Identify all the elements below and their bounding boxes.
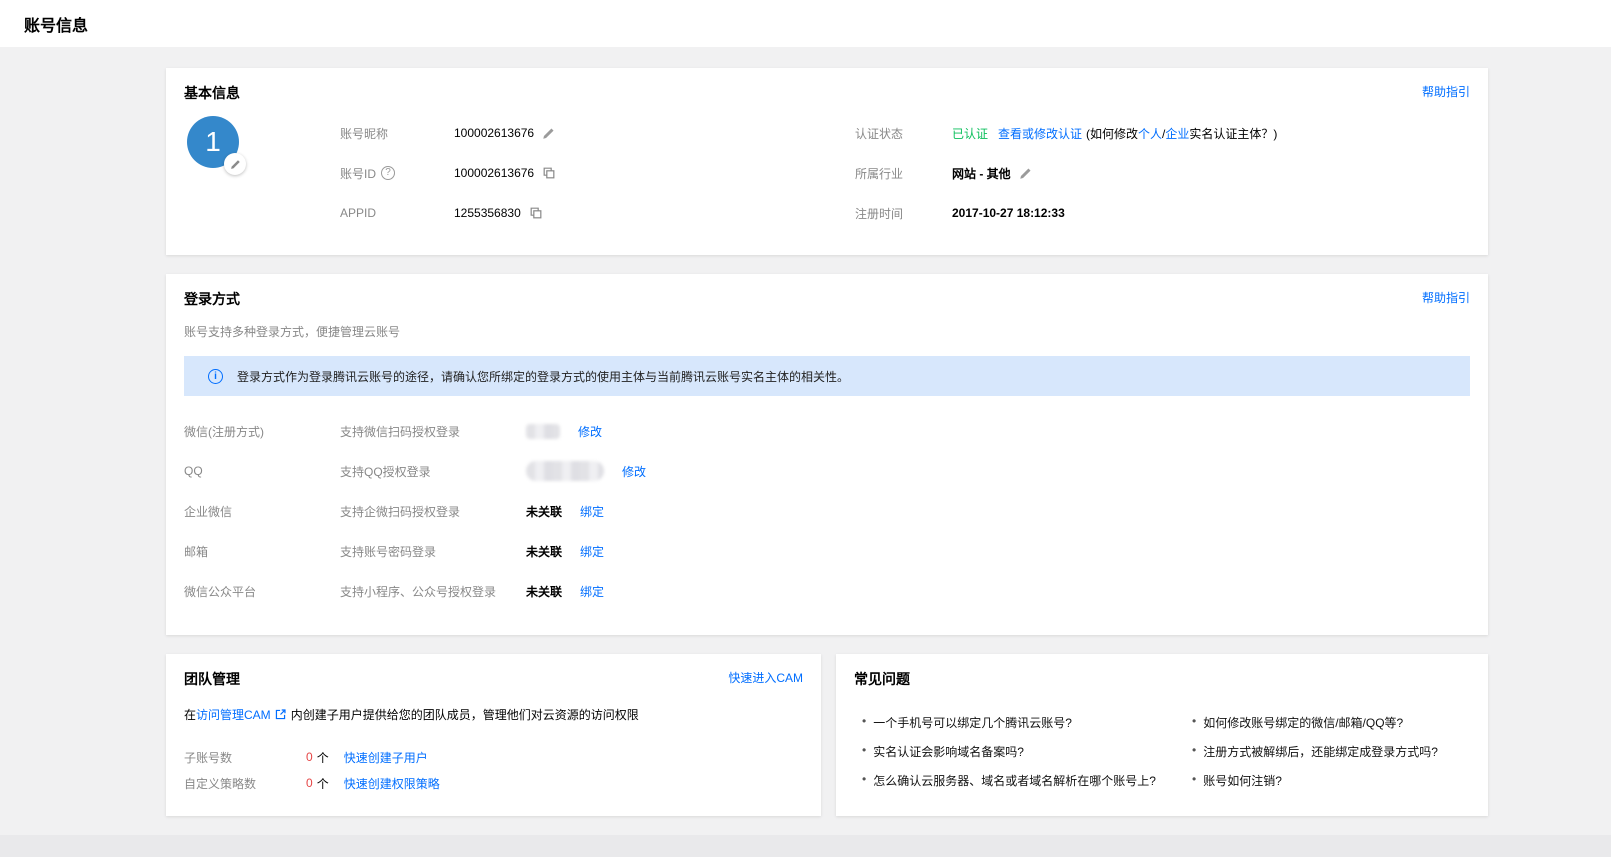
login-row-wecom: 企业微信 支持企微扫码授权登录 未关联 绑定 — [184, 491, 1470, 531]
login-help-guide-link[interactable]: 帮助指引 — [1422, 289, 1470, 306]
appid-label: APPID — [340, 206, 454, 220]
reg-time-value: 2017-10-27 18:12:33 — [952, 206, 1065, 220]
edit-nickname-icon[interactable] — [542, 127, 555, 140]
auth-status-badge: 已认证 — [952, 125, 988, 142]
question-circle-icon[interactable]: ? — [381, 166, 395, 180]
modify-wechat-link[interactable]: 修改 — [578, 423, 602, 440]
modify-qq-link[interactable]: 修改 — [622, 463, 646, 480]
bind-wechat-official-link[interactable]: 绑定 — [580, 583, 604, 600]
pencil-icon — [230, 159, 241, 170]
reg-time-label: 注册时间 — [855, 205, 952, 222]
appid-value: 1255356830 — [454, 206, 521, 220]
copy-account-id-icon[interactable] — [542, 166, 556, 180]
info-circle-icon: i — [208, 369, 223, 384]
login-desc: 支持账号密码登录 — [340, 543, 526, 560]
login-methods-title: 登录方式 — [184, 289, 240, 309]
bullet-icon: • — [1192, 714, 1196, 728]
industry-label: 所属行业 — [855, 165, 952, 182]
login-row-wechat: 微信(注册方式) 支持微信扫码授权登录 修改 — [184, 411, 1470, 451]
cam-console-link[interactable]: 访问管理CAM — [196, 706, 271, 723]
faq-item[interactable]: •怎么确认云服务器、域名或者域名解析在哪个账号上? — [854, 772, 1184, 801]
basic-info-title: 基本信息 — [184, 83, 240, 103]
sub-account-count: 0 — [306, 750, 313, 764]
login-desc: 支持企微扫码授权登录 — [340, 503, 526, 520]
basic-info-card: 基本信息 帮助指引 1 账号昵称 100002613676 — [166, 68, 1488, 255]
login-label: QQ — [184, 464, 340, 478]
login-info-banner: i 登录方式作为登录腾讯云账号的途径，请确认您所绑定的登录方式的使用主体与当前腾… — [184, 356, 1470, 396]
faq-title: 常见问题 — [854, 669, 910, 689]
wechat-official-status: 未关联 — [526, 583, 562, 600]
nickname-row: 账号昵称 100002613676 — [340, 113, 855, 153]
bullet-icon: • — [862, 772, 866, 786]
reg-time-row: 注册时间 2017-10-27 18:12:33 — [855, 193, 1470, 233]
account-id-value: 100002613676 — [454, 166, 534, 180]
avatar: 1 — [184, 113, 340, 233]
avatar-text: 1 — [205, 126, 221, 158]
team-management-card: 团队管理 快速进入CAM 在访问管理CAM 内创建子用户提供给您的团队成员，管理… — [166, 654, 821, 816]
sub-account-stat-row: 子账号数 0 个 快速创建子用户 — [184, 744, 803, 770]
industry-value: 网站 - 其他 — [952, 165, 1011, 182]
create-sub-user-link[interactable]: 快速创建子用户 — [344, 749, 428, 766]
page-title: 账号信息 — [24, 12, 88, 36]
login-desc: 支持小程序、公众号授权登录 — [340, 583, 526, 600]
email-status: 未关联 — [526, 543, 562, 560]
login-label: 微信公众平台 — [184, 583, 340, 600]
bind-wecom-link[interactable]: 绑定 — [580, 503, 604, 520]
enterprise-auth-link[interactable]: 企业 — [1165, 127, 1189, 141]
faq-item[interactable]: •实名认证会影响域名备案吗? — [854, 743, 1184, 772]
auth-note: (如何修改个人/企业实名认证主体？) — [1086, 125, 1277, 142]
login-banner-text: 登录方式作为登录腾讯云账号的途径，请确认您所绑定的登录方式的使用主体与当前腾讯云… — [237, 368, 849, 385]
view-modify-auth-link[interactable]: 查看或修改认证 — [998, 125, 1082, 142]
bullet-icon: • — [1192, 772, 1196, 786]
custom-policy-count: 0 — [306, 776, 313, 790]
login-row-qq: QQ 支持QQ授权登录 修改 — [184, 451, 1470, 491]
login-label: 微信(注册方式) — [184, 423, 340, 440]
login-row-email: 邮箱 支持账号密码登录 未关联 绑定 — [184, 531, 1470, 571]
sub-account-label: 子账号数 — [184, 749, 306, 766]
nickname-value: 100002613676 — [454, 126, 534, 140]
external-link-icon — [274, 708, 287, 721]
login-row-wechat-official: 微信公众平台 支持小程序、公众号授权登录 未关联 绑定 — [184, 571, 1470, 611]
appid-row: APPID 1255356830 — [340, 193, 855, 233]
page-header: 账号信息 — [0, 0, 1611, 47]
faq-item[interactable]: •如何修改账号绑定的微信/邮箱/QQ等? — [1184, 714, 1470, 743]
copy-appid-icon[interactable] — [529, 206, 543, 220]
footer-strip — [0, 835, 1611, 857]
team-management-title: 团队管理 — [184, 669, 240, 689]
nickname-label: 账号昵称 — [340, 125, 454, 142]
auth-status-label: 认证状态 — [855, 125, 952, 142]
personal-auth-link[interactable]: 个人 — [1138, 127, 1162, 141]
industry-row: 所属行业 网站 - 其他 — [855, 153, 1470, 193]
account-id-row: 账号ID ? 100002613676 — [340, 153, 855, 193]
bind-email-link[interactable]: 绑定 — [580, 543, 604, 560]
login-methods-card: 登录方式 帮助指引 账号支持多种登录方式，便捷管理云账号 i 登录方式作为登录腾… — [166, 274, 1488, 635]
masked-qq-value — [526, 461, 604, 481]
faq-item[interactable]: •账号如何注销? — [1184, 772, 1470, 801]
login-label: 企业微信 — [184, 503, 340, 520]
create-policy-link[interactable]: 快速创建权限策略 — [344, 775, 440, 792]
main-content: 基本信息 帮助指引 1 账号昵称 100002613676 — [166, 68, 1488, 816]
wecom-status: 未关联 — [526, 503, 562, 520]
bullet-icon: • — [862, 714, 866, 728]
bullet-icon: • — [862, 743, 866, 757]
edit-industry-icon[interactable] — [1019, 167, 1032, 180]
faq-card: 常见问题 •一个手机号可以绑定几个腾讯云账号? •实名认证会影响域名备案吗? •… — [836, 654, 1488, 816]
basic-help-guide-link[interactable]: 帮助指引 — [1422, 83, 1470, 100]
login-desc: 支持QQ授权登录 — [340, 463, 526, 480]
login-desc: 支持微信扫码授权登录 — [340, 423, 526, 440]
account-id-label: 账号ID — [340, 165, 376, 182]
custom-policy-label: 自定义策略数 — [184, 775, 306, 792]
bullet-icon: • — [1192, 743, 1196, 757]
auth-status-row: 认证状态 已认证 查看或修改认证 (如何修改个人/企业实名认证主体？) — [855, 113, 1470, 153]
team-description: 在访问管理CAM 内创建子用户提供给您的团队成员，管理他们对云资源的访问权限 — [184, 706, 803, 723]
login-subtitle: 账号支持多种登录方式，便捷管理云账号 — [184, 323, 1470, 340]
quick-enter-cam-link[interactable]: 快速进入CAM — [728, 669, 803, 686]
custom-policy-stat-row: 自定义策略数 0 个 快速创建权限策略 — [184, 770, 803, 796]
faq-item[interactable]: •注册方式被解绑后，还能绑定成登录方式吗? — [1184, 743, 1470, 772]
login-label: 邮箱 — [184, 543, 340, 560]
faq-item[interactable]: •一个手机号可以绑定几个腾讯云账号? — [854, 714, 1184, 743]
masked-wechat-value — [526, 424, 560, 439]
avatar-edit-button[interactable] — [224, 153, 246, 175]
